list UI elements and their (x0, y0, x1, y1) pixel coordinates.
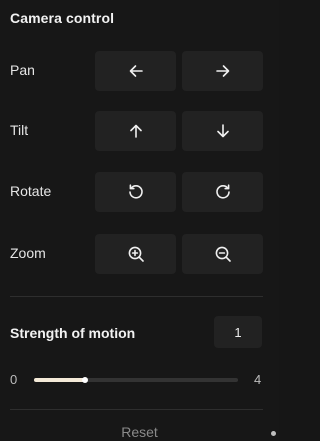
zoom-in-icon (127, 245, 145, 263)
resize-handle-icon[interactable] (271, 431, 276, 436)
arrow-left-icon (128, 63, 144, 79)
rotate-ccw-button[interactable] (95, 172, 176, 212)
pan-left-button[interactable] (95, 51, 176, 91)
slider-thumb[interactable] (82, 377, 88, 383)
zoom-label: Zoom (10, 245, 46, 261)
slider-fill (34, 378, 85, 382)
strength-value-input[interactable]: 1 (214, 316, 262, 348)
pan-row: Pan (0, 51, 279, 91)
rotate-cw-button[interactable] (182, 172, 263, 212)
divider (10, 296, 263, 297)
zoom-row: Zoom (0, 234, 279, 274)
pan-label: Pan (10, 62, 35, 78)
reset-button[interactable]: Reset (0, 424, 279, 440)
rotate-label: Rotate (10, 183, 52, 199)
panel-title: Camera control (10, 10, 115, 26)
rotate-row: Rotate (0, 172, 279, 212)
camera-control-panel: Camera control Pan Tilt Rotate Zoom Stre… (0, 0, 279, 441)
tilt-up-button[interactable] (95, 111, 176, 151)
pan-right-button[interactable] (182, 51, 263, 91)
strength-slider[interactable] (34, 372, 238, 388)
zoom-out-icon (214, 245, 232, 263)
arrow-up-icon (128, 123, 144, 139)
arrow-down-icon (215, 123, 231, 139)
divider (10, 409, 263, 410)
strength-of-motion-label: Strength of motion (10, 325, 136, 341)
slider-max-label: 4 (254, 372, 262, 387)
tilt-label: Tilt (10, 122, 29, 138)
tilt-down-button[interactable] (182, 111, 263, 151)
rotate-counterclockwise-icon (127, 183, 145, 201)
tilt-row: Tilt (0, 111, 279, 151)
zoom-out-button[interactable] (182, 234, 263, 274)
rotate-clockwise-icon (214, 183, 232, 201)
slider-min-label: 0 (10, 372, 18, 387)
arrow-right-icon (215, 63, 231, 79)
zoom-in-button[interactable] (95, 234, 176, 274)
